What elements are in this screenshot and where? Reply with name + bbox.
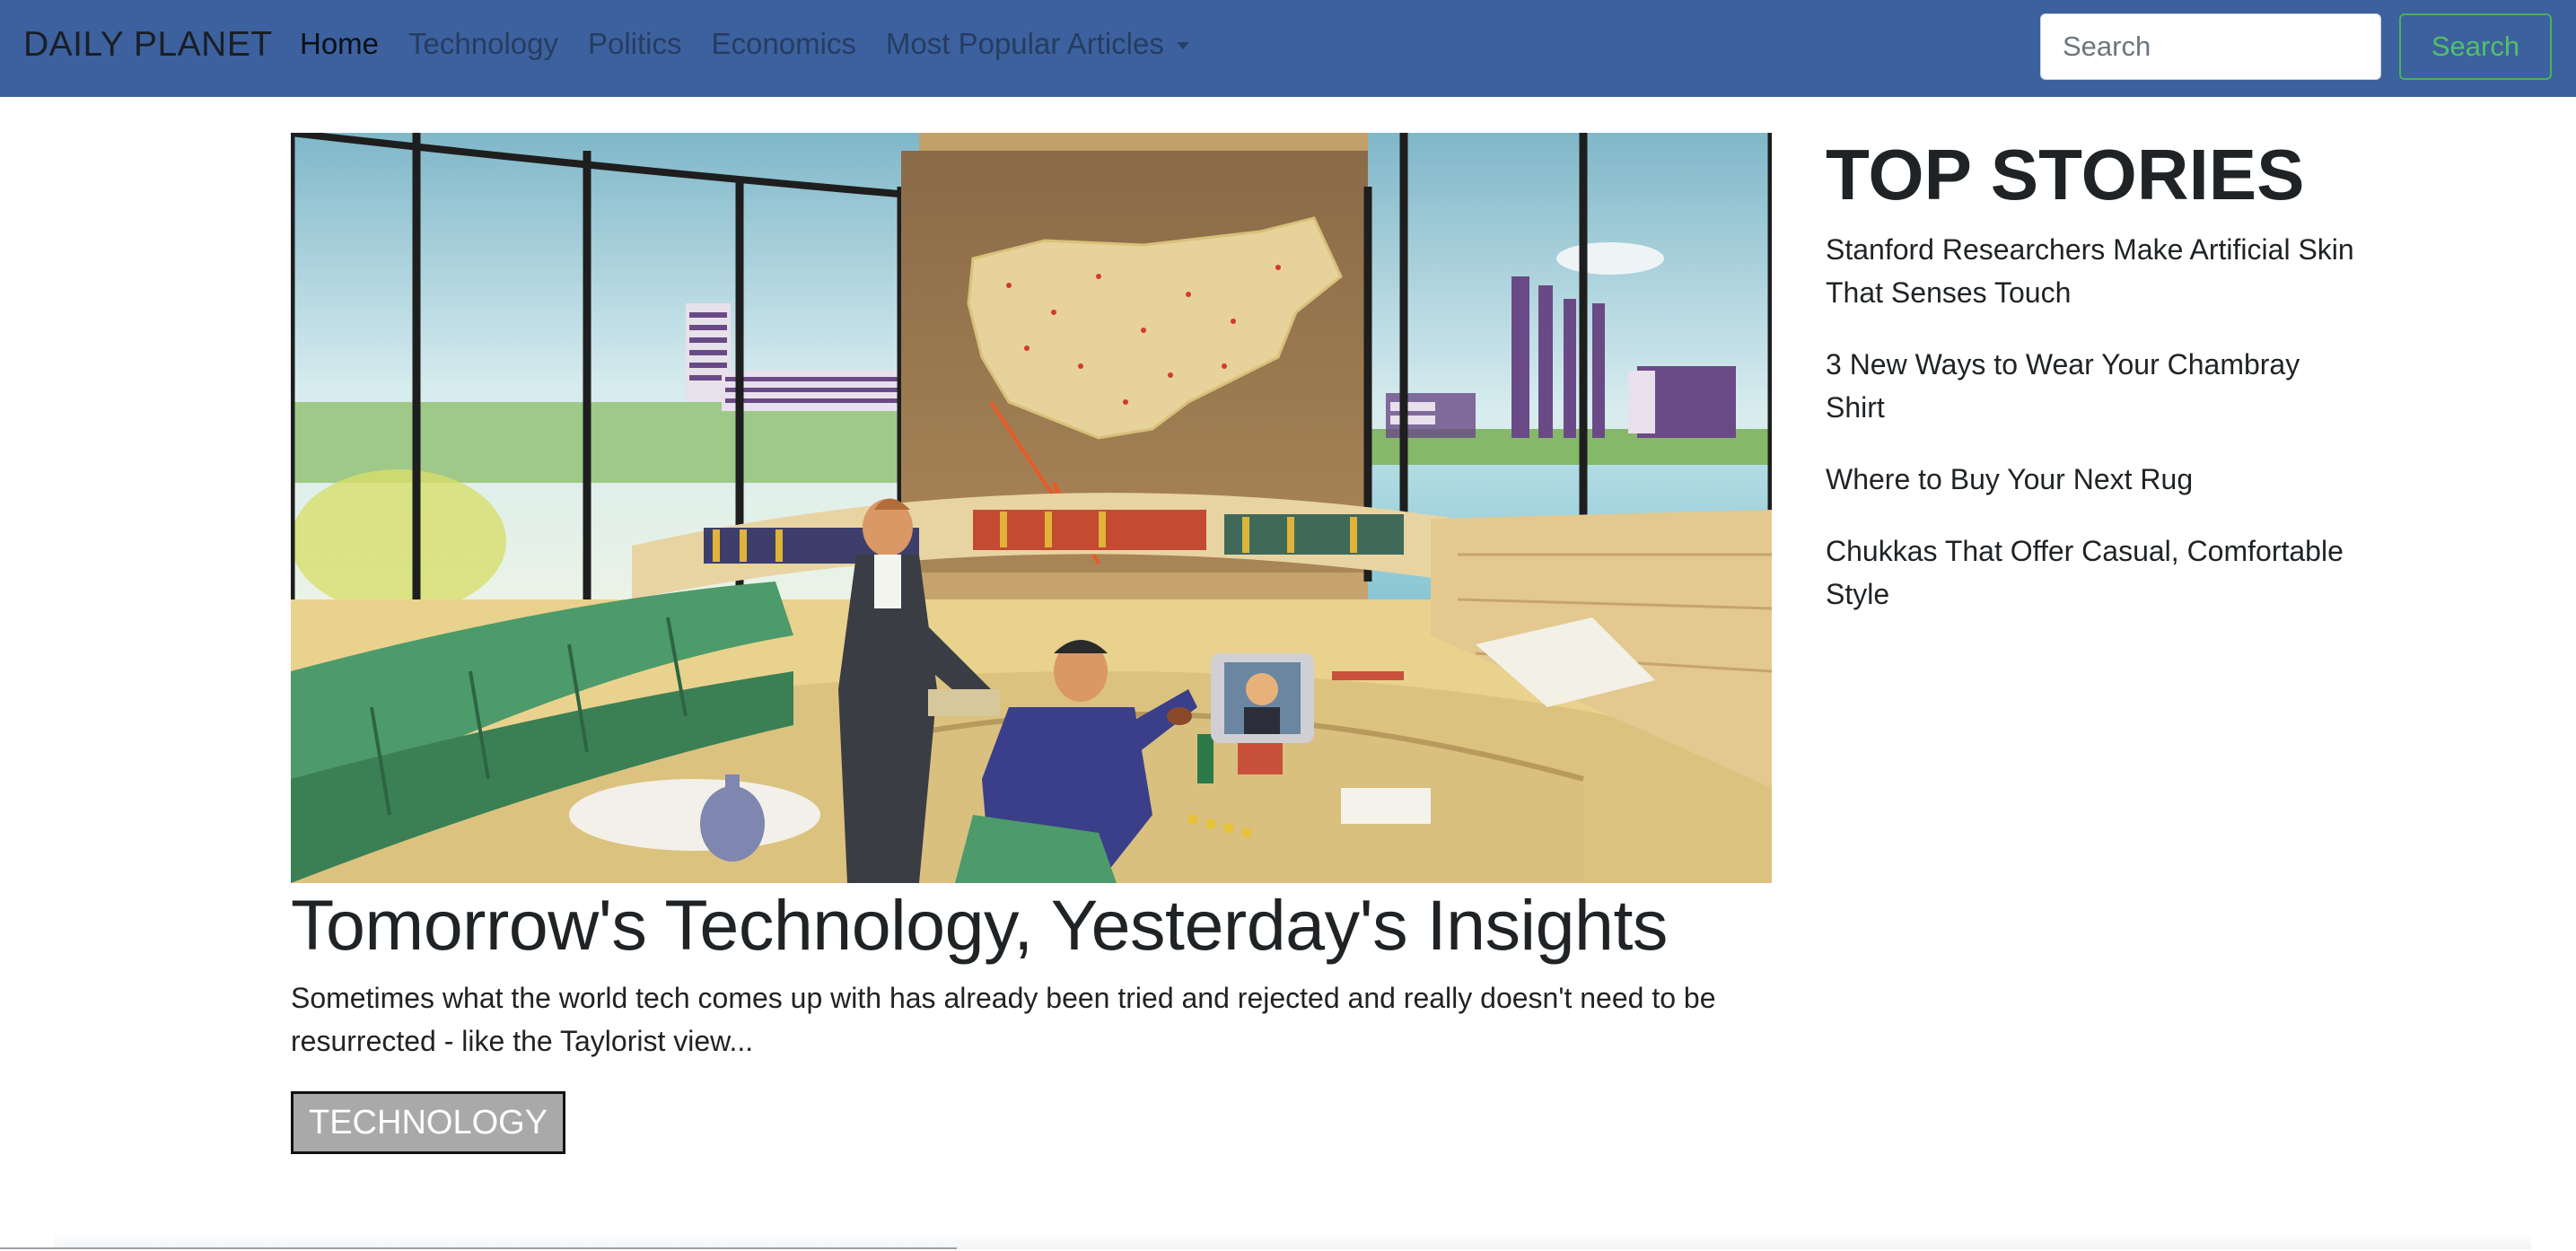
- top-story-link[interactable]: 3 New Ways to Wear Your Chambray Shirt: [1826, 343, 2364, 429]
- feature-headline[interactable]: Tomorrow's Technology, Yesterday's Insig…: [291, 884, 1668, 967]
- nav-links: Home Technology Politics Economics Most …: [300, 27, 1189, 61]
- site-brand[interactable]: DAILY PLANET: [23, 25, 273, 65]
- top-navbar: DAILY PLANET Home Technology Politics Ec…: [0, 0, 2576, 97]
- top-stories-list: Stanford Researchers Make Artificial Ski…: [1826, 228, 2364, 616]
- top-stories-sidebar: TOP STORIES Stanford Researchers Make Ar…: [1826, 135, 2364, 644]
- top-story-link[interactable]: Where to Buy Your Next Rug: [1826, 458, 2364, 501]
- category-badge-technology[interactable]: TECHNOLOGY: [291, 1091, 566, 1154]
- nav-dropdown-label: Most Popular Articles: [885, 27, 1164, 60]
- nav-link-home[interactable]: Home: [300, 27, 379, 61]
- top-stories-heading: TOP STORIES: [1826, 135, 2305, 214]
- bottom-divider: [0, 1247, 957, 1249]
- feature-excerpt: Sometimes what the world tech comes up w…: [291, 982, 1716, 1057]
- search-button[interactable]: Search: [2399, 13, 2552, 80]
- search-input[interactable]: [2040, 13, 2381, 80]
- nav-link-technology[interactable]: Technology: [408, 27, 558, 61]
- top-story-link[interactable]: Stanford Researchers Make Artificial Ski…: [1826, 228, 2364, 314]
- nav-dropdown-most-popular[interactable]: Most Popular Articles: [886, 27, 1189, 61]
- caret-down-icon: [1176, 42, 1189, 50]
- nav-link-politics[interactable]: Politics: [588, 27, 682, 61]
- nav-link-economics[interactable]: Economics: [712, 27, 856, 61]
- top-story-link[interactable]: Chukkas That Offer Casual, Comfortable S…: [1826, 529, 2364, 616]
- feature-image[interactable]: [291, 133, 1772, 883]
